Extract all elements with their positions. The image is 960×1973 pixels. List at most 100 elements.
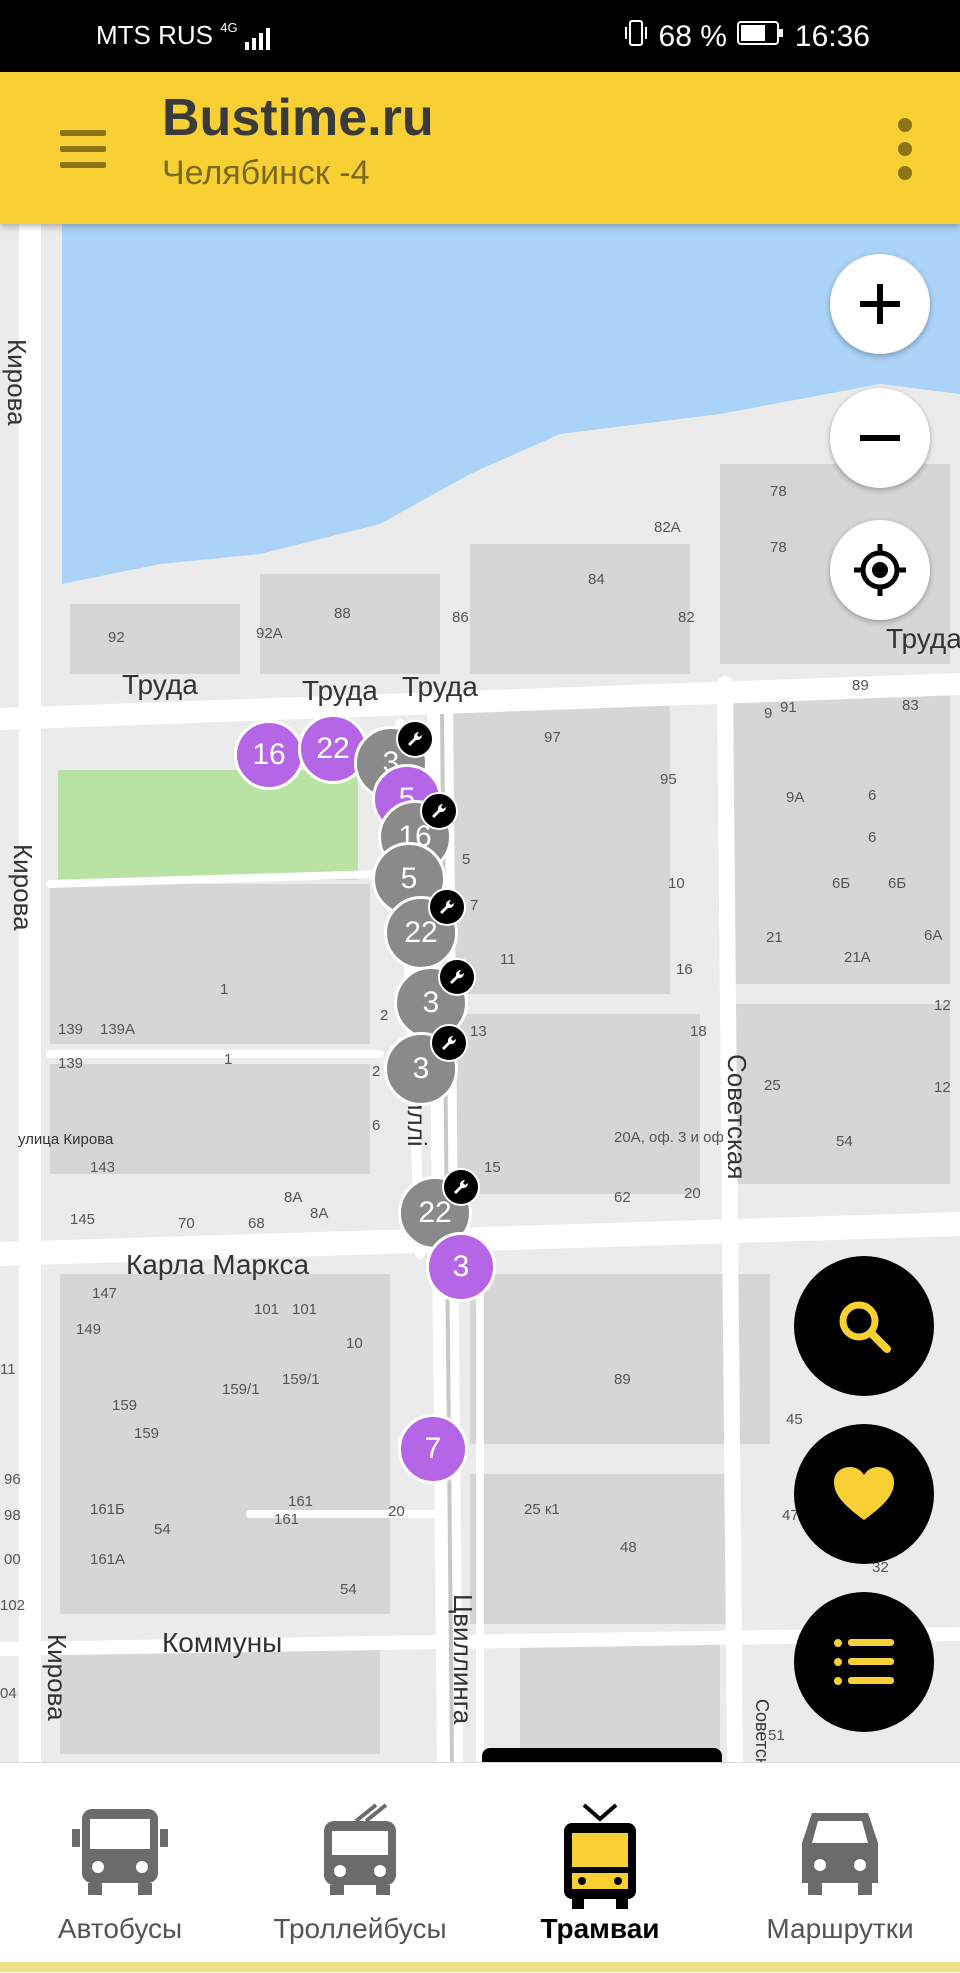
house-number: 6 bbox=[372, 1117, 380, 1134]
street-ulitsa-kirova: улица Кирова bbox=[18, 1131, 114, 1148]
house-number: 21 bbox=[766, 929, 783, 946]
park bbox=[58, 770, 358, 880]
active-tab-indicator bbox=[482, 1748, 722, 1762]
house-number: 89 bbox=[852, 677, 869, 694]
house-number: 15 bbox=[484, 1159, 501, 1176]
locate-me-button[interactable] bbox=[830, 520, 930, 620]
house-number: 54 bbox=[154, 1521, 171, 1538]
search-icon bbox=[839, 1301, 891, 1353]
zoom-in-button[interactable] bbox=[830, 254, 930, 354]
tram-marker[interactable]: 3 bbox=[426, 1232, 496, 1302]
tab-trolleybuses-label: Троллейбусы bbox=[273, 1913, 447, 1944]
wrench-icon bbox=[420, 792, 458, 830]
street-tsvillinga: Цвиллинга bbox=[448, 1594, 478, 1725]
house-number: 92 bbox=[108, 629, 125, 646]
house-number: 10 bbox=[668, 875, 685, 892]
carrier-label: MTS RUS 4G bbox=[96, 20, 271, 51]
house-number: 00 bbox=[4, 1551, 21, 1568]
house-number: 84 bbox=[588, 571, 605, 588]
house-number: 89 bbox=[614, 1371, 631, 1388]
wrench-icon bbox=[438, 958, 476, 996]
house-number: 139А bbox=[100, 1021, 135, 1038]
house-number: 8А bbox=[310, 1205, 328, 1222]
house-number: 11 bbox=[0, 1361, 16, 1378]
house-number: 12 bbox=[934, 1079, 951, 1096]
app-title: Bustime.ru bbox=[162, 89, 434, 147]
bottom-accent-line bbox=[0, 1962, 960, 1972]
house-number: 16 bbox=[676, 961, 693, 978]
house-number: 82 bbox=[678, 609, 695, 626]
wrench-icon bbox=[442, 1168, 480, 1206]
house-number: 5 bbox=[462, 851, 470, 868]
house-number: 11 bbox=[500, 951, 516, 968]
signal-icon bbox=[244, 26, 271, 51]
favorites-button[interactable] bbox=[794, 1424, 934, 1564]
house-number: 51 bbox=[768, 1727, 785, 1744]
street-kirova-bottom: Кирова bbox=[42, 1634, 72, 1721]
crosshair-icon bbox=[854, 544, 906, 596]
tab-trams[interactable]: Трамваи bbox=[480, 1763, 720, 1973]
house-number: 04 bbox=[0, 1685, 17, 1702]
house-number: 1 bbox=[224, 1051, 232, 1068]
tab-buses-label: Автобусы bbox=[57, 1913, 183, 1944]
house-number: 161 bbox=[288, 1493, 313, 1510]
search-button[interactable] bbox=[794, 1256, 934, 1396]
house-number: 96 bbox=[4, 1471, 21, 1488]
house-number: 139 bbox=[58, 1055, 83, 1072]
house-number: 13 bbox=[470, 1023, 487, 1040]
house-number: 1 bbox=[220, 981, 228, 998]
tab-trolleybuses[interactable]: Троллейбусы bbox=[240, 1763, 480, 1973]
house-number: 147 bbox=[92, 1285, 117, 1302]
house-number: 54 bbox=[340, 1581, 357, 1598]
tab-buses[interactable]: Автобусы bbox=[0, 1763, 240, 1973]
house-number: 98 bbox=[4, 1507, 21, 1524]
house-number: 25 к1 bbox=[524, 1501, 560, 1518]
heart-icon bbox=[834, 1467, 894, 1520]
tab-trams-label: Трамваи bbox=[540, 1913, 660, 1944]
house-number: 25 bbox=[764, 1077, 781, 1094]
house-number: 95 bbox=[660, 771, 677, 788]
house-number: 9А bbox=[786, 789, 804, 806]
tram-marker[interactable]: 16 bbox=[234, 720, 304, 790]
house-number: 159/1 bbox=[222, 1381, 260, 1398]
plus-icon bbox=[860, 284, 900, 324]
tram-icon bbox=[564, 1803, 636, 1909]
routes-list-button[interactable] bbox=[794, 1592, 934, 1732]
house-number: 70 bbox=[178, 1215, 195, 1232]
status-bar: MTS RUS 4G 68 % 16:36 bbox=[0, 0, 960, 72]
map-view[interactable]: Кирова Кирова Кирова Труда Труда Труда Т… bbox=[0, 224, 960, 1762]
zoom-out-button[interactable] bbox=[830, 388, 930, 488]
minibus-icon bbox=[802, 1813, 878, 1895]
minus-icon bbox=[860, 435, 900, 441]
menu-icon[interactable] bbox=[60, 130, 106, 168]
street-truda-1: Труда bbox=[122, 669, 198, 700]
tram-marker[interactable]: 7 bbox=[398, 1414, 468, 1484]
house-number: 83 bbox=[902, 697, 919, 714]
house-number: 20 bbox=[684, 1185, 701, 1202]
street-kirova-top: Кирова bbox=[2, 339, 32, 426]
house-number: 7 bbox=[470, 897, 478, 914]
bus-icon bbox=[72, 1809, 168, 1895]
house-number: 62 bbox=[614, 1189, 631, 1206]
house-number: 18 bbox=[690, 1023, 707, 1040]
house-number: 159 bbox=[112, 1397, 137, 1414]
network-type: 4G bbox=[220, 20, 238, 35]
battery-percent: 68 % bbox=[658, 20, 727, 53]
house-number: 2 bbox=[380, 1007, 388, 1024]
wrench-icon bbox=[428, 888, 466, 926]
house-number: 92А bbox=[256, 625, 283, 642]
more-options-icon[interactable] bbox=[898, 118, 912, 190]
tab-minibuses-label: Маршрутки bbox=[766, 1913, 914, 1944]
street-truda-2: Труда bbox=[302, 675, 378, 706]
tab-minibuses[interactable]: Маршрутки bbox=[720, 1763, 960, 1973]
house-number: 45 bbox=[786, 1411, 803, 1428]
house-number: 101 bbox=[254, 1301, 279, 1318]
street-truda-right: Труда bbox=[886, 623, 960, 654]
house-number: 10 bbox=[346, 1335, 363, 1352]
house-number: 159 bbox=[134, 1425, 159, 1442]
house-number: 21А bbox=[844, 949, 871, 966]
city-subtitle[interactable]: Челябинск -4 bbox=[162, 154, 370, 193]
status-right: 68 % 16:36 bbox=[623, 18, 870, 56]
house-number: 161А bbox=[90, 1551, 125, 1568]
house-number: 91 bbox=[780, 699, 797, 716]
